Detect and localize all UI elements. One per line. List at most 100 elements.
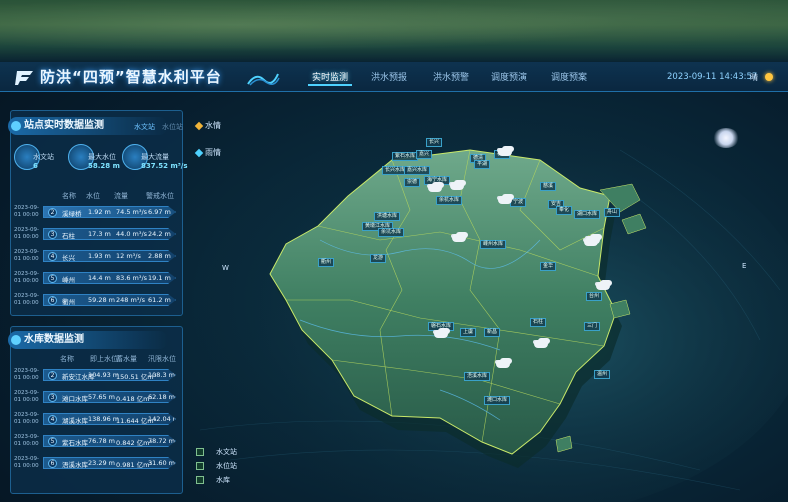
reservoir-cell-level: 138.96 m [88,415,120,423]
nav-item-4[interactable]: 调度预案 [548,70,590,86]
reservoir-cell-level: 104.93 m [88,371,120,379]
legend-level-label: 水位站 [216,462,237,470]
col-res-level: 即上水位 [90,355,118,363]
row-number: 3 [48,393,57,402]
map-label[interactable]: 台州 [586,292,603,301]
nav-item-2[interactable]: 洪水预警 [430,70,472,86]
map-label[interactable]: 平湖 [474,160,491,169]
map-label[interactable]: 嘉兴 [416,150,433,159]
map-label[interactable]: 余坑水库 [378,228,405,237]
reservoir-cell-storage: 0.842 亿m³ [116,439,153,447]
app-title: 防洪“四预”智慧水利平台 [40,68,222,86]
cloud-weather-icon [596,282,610,290]
station-cell-flow: 12 m³/s [116,252,141,260]
reservoir-cell-storage: 0.418 亿m³ [116,395,153,403]
legend-level-checkbox[interactable] [196,462,204,470]
map-label[interactable]: 宁波 [510,198,527,207]
map-label[interactable]: 嘉兴水库 [404,166,431,175]
reservoir-row[interactable]: 6 浯溪水库 23.29 m 0.981 亿m³ 31.60 m [43,457,176,469]
stat-value-0: 6 [33,162,38,170]
cloud-weather-icon [586,236,600,244]
reservoir-cell-name: 湖溪水库 [62,417,88,425]
station-cell-level: 14.4 m [88,274,111,282]
row-number: 6 [48,459,57,468]
tab-water[interactable]: 水情 [205,120,221,131]
nav-item-1[interactable]: 洪水预报 [368,70,410,86]
row-number: 5 [48,274,57,283]
reservoir-row-date: 2023-09-01 00:00 [14,412,39,425]
reservoir-cell-limit: 78.72 m [148,437,176,445]
cloud-weather-icon [434,330,448,338]
row-number: 6 [48,296,57,305]
nav-item-3[interactable]: 调度预演 [488,70,530,86]
nav-item-0[interactable]: 实时监测 [308,70,352,86]
map-label[interactable]: 嵊州水库 [480,240,507,249]
row-number: 2 [48,371,57,380]
station-row[interactable]: 5 嵊州 14.4 m 83.6 m³/s 19.1 m [43,272,176,284]
cloud-weather-icon [534,340,548,348]
station-cell-flow: 44.0 m³/s [116,230,148,238]
map-label[interactable]: 滩口水库 [484,396,511,405]
tab-level-station[interactable]: 水位站 [162,122,183,132]
wave-decoration-icon [247,73,280,86]
station-cell-name: 嵊州 [62,276,75,284]
legend-hydro-checkbox[interactable] [196,448,204,456]
reservoir-cell-name: 紫石水库 [62,439,88,447]
reservoir-cell-limit: 108.3 m [148,371,176,379]
map-label[interactable]: 浯溪水库 [464,372,491,381]
cloud-weather-icon [428,184,442,192]
datetime: 2023-09-11 14:43:57 [667,72,758,82]
map-label[interactable]: 慈溪 [540,182,557,191]
map-label[interactable]: 石柱 [530,318,547,327]
map-label[interactable]: 温州 [594,370,611,379]
map-label[interactable]: 龙游 [370,254,387,263]
map-label[interactable]: 上虞 [460,328,477,337]
map-label[interactable]: 舟山 [604,208,621,217]
col-name: 名称 [62,192,76,200]
station-row[interactable]: 3 石柱 17.3 m 44.0 m³/s 24.2 m [43,228,176,240]
station-cell-warn: 6.97 m [148,208,171,216]
station-row-date: 2023-09-01 00:00 [14,205,39,218]
reservoir-cell-level: 57.65 m [88,393,116,401]
station-cell-flow: 74.5 m³/s [116,208,148,216]
legend-reservoir-checkbox[interactable] [196,476,204,484]
station-cell-warn: 24.2 m [148,230,171,238]
stat-value-2: 837.52 m³/s [141,162,188,170]
map-label[interactable]: 余杭水库 [436,196,463,205]
map-label[interactable]: 三门 [584,322,601,331]
station-row-date: 2023-09-01 00:00 [14,249,39,262]
tab-rain[interactable]: 雨情 [205,147,221,158]
reservoir-row[interactable]: 2 新安江水库 104.93 m 150.51 亿m³ 108.3 m [43,369,176,381]
reservoir-row[interactable]: 4 湖溪水库 138.96 m 11.644 亿m³ 142.04 m [43,413,176,425]
station-row[interactable]: 6 衢州 59.28 m 248 m³/s 61.2 m [43,294,176,306]
station-cell-level: 1.92 m [88,208,111,216]
map-label[interactable]: 崇德 [404,178,421,187]
col-res-limit: 汛限水位 [148,355,176,363]
map-label[interactable]: 新昌 [484,328,501,337]
row-number: 2 [48,208,57,217]
map-label[interactable]: 湖口水库 [574,210,601,219]
reservoir-row-date: 2023-09-01 00:00 [14,368,39,381]
map-label[interactable]: 金华 [540,262,557,271]
reservoir-row-date: 2023-09-01 00:00 [14,434,39,447]
station-row[interactable]: 2 溪绿桥 1.92 m 74.5 m³/s 6.97 m [43,206,176,218]
station-cell-warn: 61.2 m [148,296,171,304]
station-cell-name: 石柱 [62,232,75,240]
col-flow: 流量 [114,192,128,200]
map-label[interactable]: 长兴 [426,138,443,147]
tab-hydro-station[interactable]: 水文站 [134,122,155,132]
sun-icon [765,73,773,81]
map-label[interactable]: 奉化 [556,206,573,215]
map-label[interactable]: 紫石水库 [392,152,419,161]
map-label[interactable]: 洪塘水库 [374,212,401,221]
station-row[interactable]: 4 长兴 1.93 m 12 m³/s 2.88 m [43,250,176,262]
reservoir-cell-limit: 31.60 m [148,459,176,467]
reservoir-row[interactable]: 5 紫石水库 76.78 m 0.842 亿m³ 78.72 m [43,435,176,447]
cloud-weather-icon [450,182,464,190]
reservoir-cell-storage: 0.981 亿m³ [116,461,153,469]
compass-east: E [742,262,747,270]
station-row-date: 2023-09-01 00:00 [14,227,39,240]
reservoir-row[interactable]: 3 滩口水库 57.65 m 0.418 亿m³ 62.18 m [43,391,176,403]
reservoir-cell-limit: 62.18 m [148,393,176,401]
map-label[interactable]: 衢州 [318,258,335,267]
